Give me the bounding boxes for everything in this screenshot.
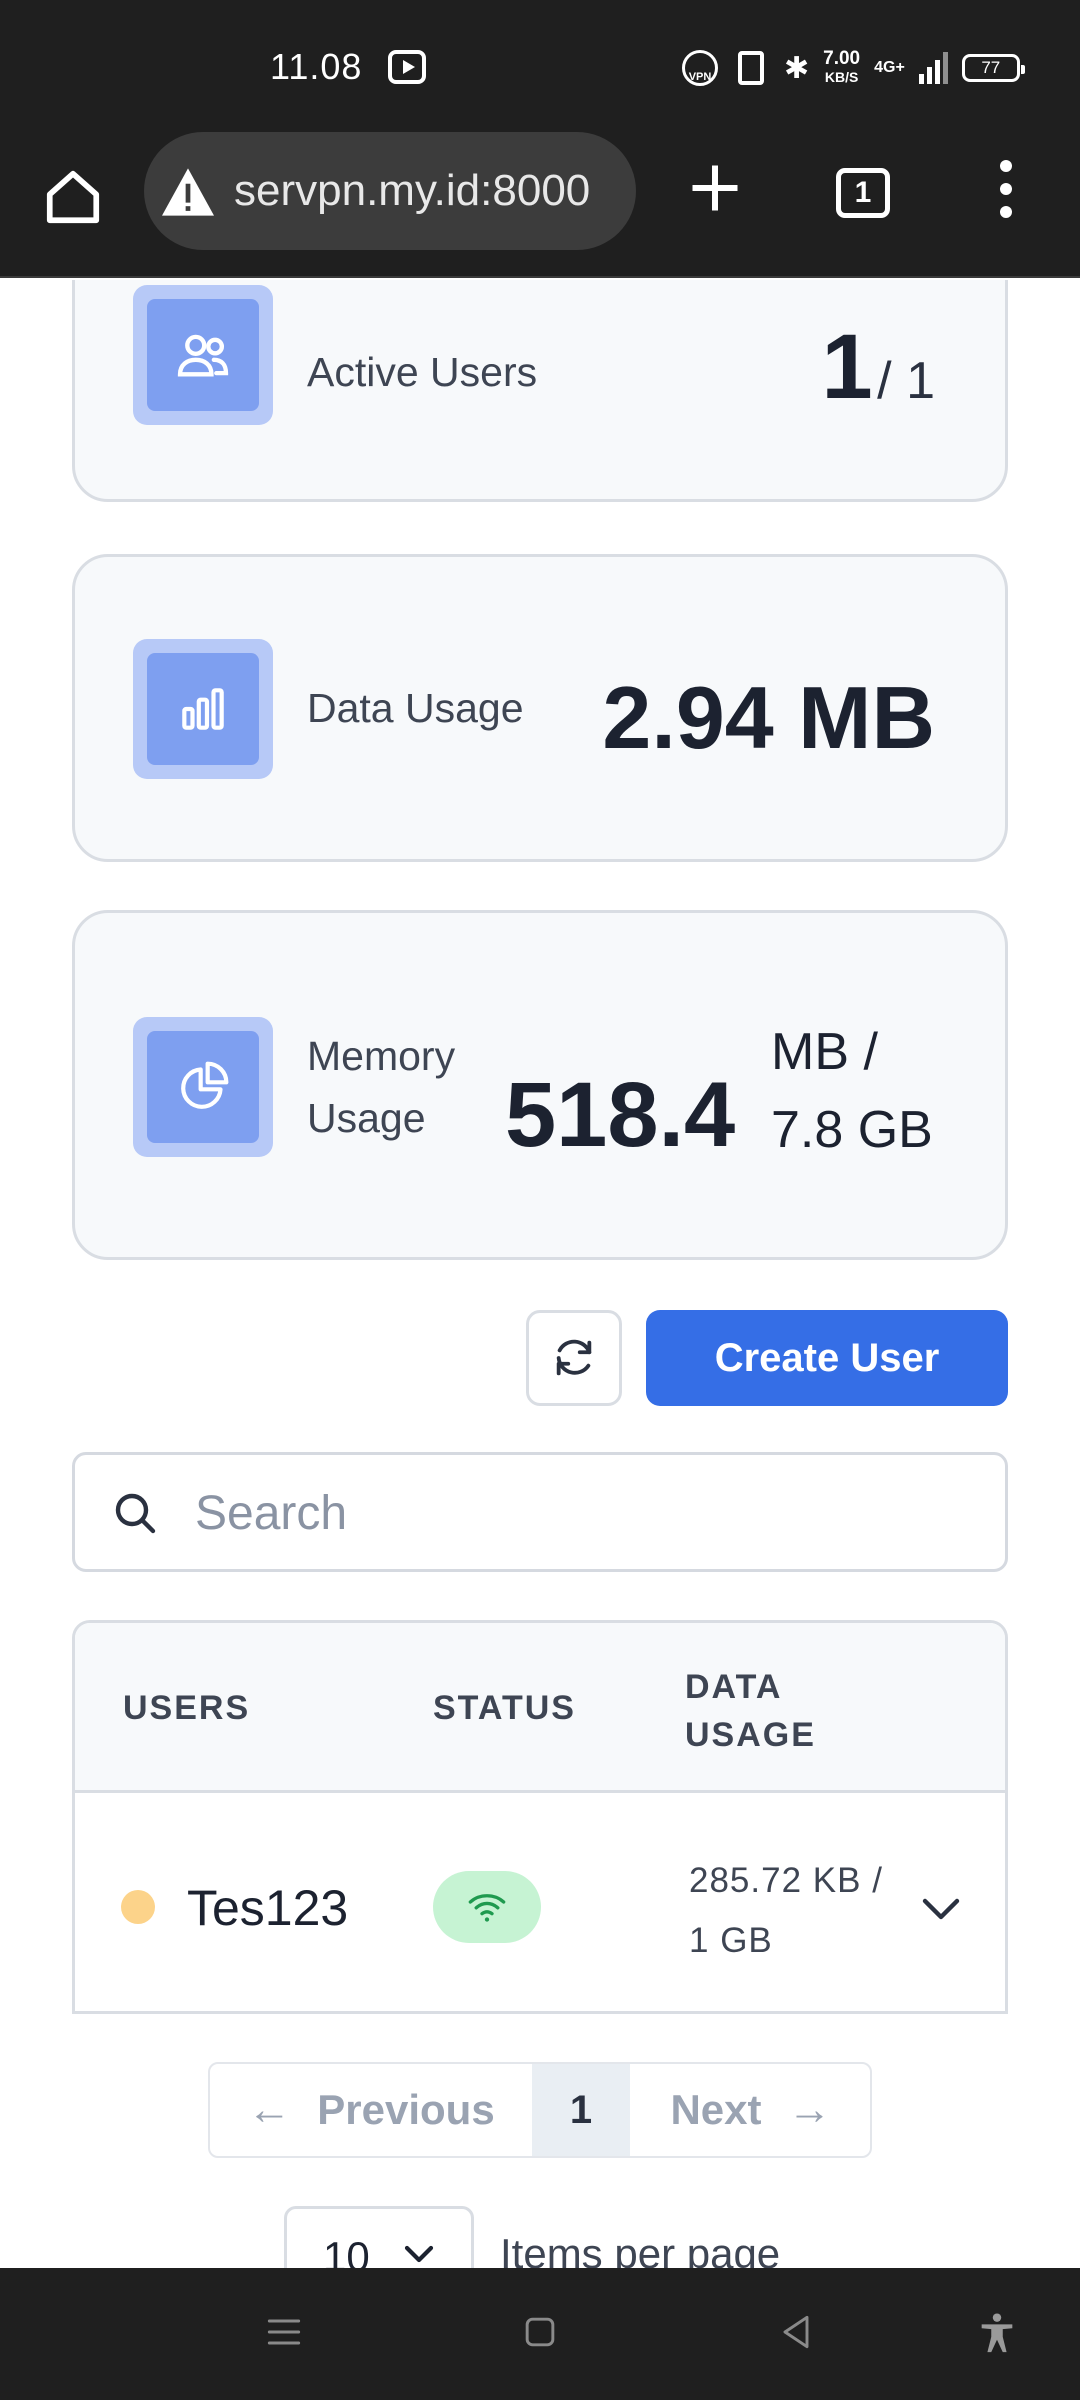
battery-icon: 77 — [961, 54, 1025, 82]
previous-page-button[interactable]: ← Previous — [210, 2064, 532, 2156]
address-bar[interactable]: servpn.my.id:8000 — [144, 132, 636, 250]
memory-usage-label: Memory Usage — [307, 1033, 456, 1141]
user-status-dot — [121, 1890, 155, 1924]
browser-toolbar: servpn.my.id:8000 1 — [0, 130, 1080, 278]
active-users-label: Active Users — [307, 349, 538, 395]
recents-menu-icon[interactable] — [262, 2310, 306, 2354]
arrow-right-icon: → — [787, 2085, 832, 2134]
next-page-button[interactable]: Next → — [630, 2064, 870, 2156]
username: Tes123 — [187, 1880, 349, 1936]
url-text[interactable]: servpn.my.id:8000 — [234, 166, 624, 216]
items-per-page-value: 10 — [323, 2233, 370, 2268]
users-table: USERS STATUS DATA USAGE Tes123 285.72 KB… — [72, 1620, 1008, 2014]
items-per-page-select[interactable]: 10 — [284, 2206, 474, 2268]
table-header: USERS STATUS DATA USAGE — [75, 1623, 1005, 1793]
memory-usage-card: Memory Usage 518.4 MB / 7.8 GB — [72, 910, 1008, 1260]
memory-usage-value: 518.4 — [505, 1064, 736, 1166]
active-users-value: 1 / 1 — [821, 316, 935, 418]
refresh-icon — [556, 1339, 592, 1376]
memory-usage-unit: MB / 7.8 GB — [771, 1023, 933, 1159]
search-icon — [115, 1493, 156, 1534]
chevron-down-icon[interactable] — [917, 1891, 965, 1927]
page-number-button[interactable]: 1 — [532, 2064, 630, 2156]
status-bar: 11.08 VPN ✱ 7.00 KB/S 4G+ 77 — [0, 0, 1080, 130]
wifi-icon — [468, 1894, 506, 1922]
main-content: Active Users 1 / 1 Data Usage 2.94 MB Me… — [0, 280, 1080, 2268]
data-usage-card: Data Usage 2.94 MB — [72, 554, 1008, 862]
data-usage-value: 2.94 MB — [602, 668, 935, 767]
tab-switcher-button[interactable]: 1 — [836, 168, 890, 218]
vpn-icon: VPN — [682, 50, 718, 86]
bar-chart-icon — [133, 639, 273, 779]
users-icon — [133, 285, 273, 425]
vibrate-icon — [738, 51, 764, 85]
home-button-icon[interactable] — [518, 2310, 562, 2354]
pie-chart-icon — [133, 1017, 273, 1157]
accessibility-icon[interactable] — [974, 2310, 1020, 2356]
signal-icon — [918, 52, 948, 84]
user-data-usage: 285.72 KB / 1 GB — [689, 1861, 883, 1960]
warning-icon[interactable] — [158, 162, 218, 222]
system-nav-bar — [0, 2268, 1080, 2400]
active-users-card: Active Users 1 / 1 — [72, 280, 1008, 502]
network-speed: 7.00 KB/S — [823, 48, 861, 85]
back-icon[interactable] — [774, 2310, 818, 2354]
refresh-button[interactable] — [526, 1310, 622, 1406]
data-usage-label: Data Usage — [307, 685, 524, 731]
pagination: ← Previous 1 Next → — [208, 2062, 872, 2158]
home-icon[interactable] — [38, 162, 108, 232]
new-tab-icon[interactable] — [685, 158, 745, 218]
status-icons: VPN ✱ 7.00 KB/S 4G+ 77 — [682, 48, 1025, 88]
bluetooth-icon: ✱ — [784, 51, 810, 85]
status-badge — [433, 1871, 541, 1943]
more-menu-icon[interactable] — [996, 160, 1016, 230]
youtube-notification-icon — [388, 50, 426, 84]
table-row[interactable]: Tes123 285.72 KB / 1 GB — [75, 1795, 1005, 2011]
items-per-page-label: Items per page — [500, 2230, 781, 2268]
status-time: 11.08 — [270, 46, 363, 87]
header-users: USERS — [123, 1689, 251, 1727]
network-type: 4G+ — [874, 59, 905, 76]
header-data-usage: DATA USAGE — [685, 1668, 816, 1754]
arrow-left-icon: ← — [247, 2085, 292, 2134]
search-input[interactable] — [195, 1475, 975, 1551]
create-user-button[interactable]: Create User — [646, 1310, 1008, 1406]
search-box[interactable] — [72, 1452, 1008, 1572]
header-status: STATUS — [433, 1689, 576, 1727]
chevron-down-icon — [404, 2245, 434, 2263]
